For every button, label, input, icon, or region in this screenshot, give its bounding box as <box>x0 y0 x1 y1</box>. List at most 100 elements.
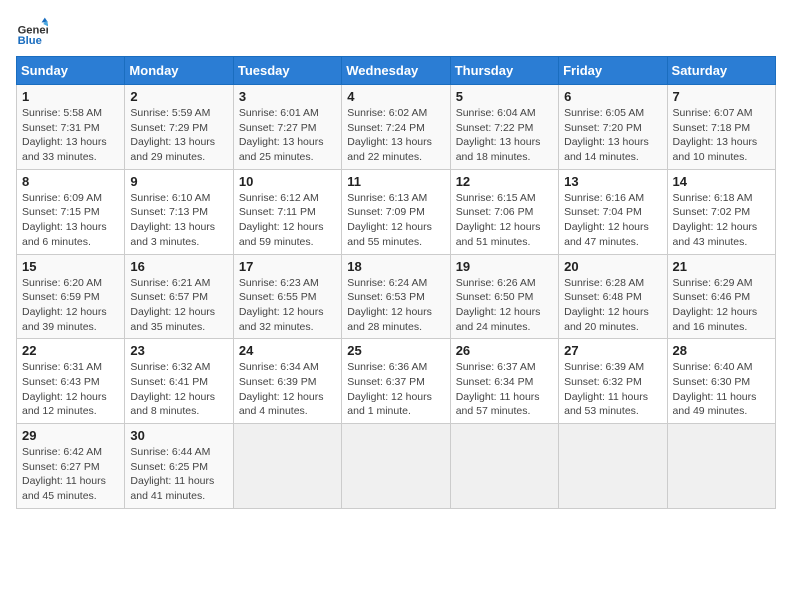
svg-text:Blue: Blue <box>18 35 42 47</box>
calendar-cell <box>559 424 667 509</box>
day-info: Sunrise: 6:24 AM Sunset: 6:53 PM Dayligh… <box>347 276 444 335</box>
day-number: 8 <box>22 174 119 189</box>
day-info: Sunrise: 6:23 AM Sunset: 6:55 PM Dayligh… <box>239 276 336 335</box>
calendar-cell: 8 Sunrise: 6:09 AM Sunset: 7:15 PM Daylig… <box>17 169 125 254</box>
page-header: General Blue <box>16 16 776 48</box>
calendar-cell: 16 Sunrise: 6:21 AM Sunset: 6:57 PM Dayli… <box>125 254 233 339</box>
weekday-header-wednesday: Wednesday <box>342 57 450 85</box>
day-number: 9 <box>130 174 227 189</box>
calendar-table: SundayMondayTuesdayWednesdayThursdayFrid… <box>16 56 776 509</box>
day-number: 17 <box>239 259 336 274</box>
calendar-cell: 2 Sunrise: 5:59 AM Sunset: 7:29 PM Daylig… <box>125 85 233 170</box>
calendar-cell: 30 Sunrise: 6:44 AM Sunset: 6:25 PM Dayli… <box>125 424 233 509</box>
day-info: Sunrise: 6:15 AM Sunset: 7:06 PM Dayligh… <box>456 191 553 250</box>
day-info: Sunrise: 6:42 AM Sunset: 6:27 PM Dayligh… <box>22 445 119 504</box>
calendar-cell: 17 Sunrise: 6:23 AM Sunset: 6:55 PM Dayli… <box>233 254 341 339</box>
day-number: 1 <box>22 89 119 104</box>
calendar-cell: 9 Sunrise: 6:10 AM Sunset: 7:13 PM Daylig… <box>125 169 233 254</box>
day-number: 30 <box>130 428 227 443</box>
day-number: 10 <box>239 174 336 189</box>
calendar-cell: 1Sunrise: 5:58 AM Sunset: 7:31 PM Daylig… <box>17 85 125 170</box>
calendar-cell: 26 Sunrise: 6:37 AM Sunset: 6:34 PM Dayli… <box>450 339 558 424</box>
day-info: Sunrise: 6:29 AM Sunset: 6:46 PM Dayligh… <box>673 276 770 335</box>
calendar-cell <box>450 424 558 509</box>
day-number: 23 <box>130 343 227 358</box>
calendar-cell: 11Sunrise: 6:13 AM Sunset: 7:09 PM Dayli… <box>342 169 450 254</box>
calendar-cell: 25Sunrise: 6:36 AM Sunset: 6:37 PM Dayli… <box>342 339 450 424</box>
day-info: Sunrise: 6:12 AM Sunset: 7:11 PM Dayligh… <box>239 191 336 250</box>
day-info: Sunrise: 6:37 AM Sunset: 6:34 PM Dayligh… <box>456 360 553 419</box>
calendar-cell: 29Sunrise: 6:42 AM Sunset: 6:27 PM Dayli… <box>17 424 125 509</box>
day-number: 28 <box>673 343 770 358</box>
day-info: Sunrise: 5:59 AM Sunset: 7:29 PM Dayligh… <box>130 106 227 165</box>
day-info: Sunrise: 6:39 AM Sunset: 6:32 PM Dayligh… <box>564 360 661 419</box>
day-info: Sunrise: 6:04 AM Sunset: 7:22 PM Dayligh… <box>456 106 553 165</box>
day-number: 22 <box>22 343 119 358</box>
day-number: 15 <box>22 259 119 274</box>
weekday-header-monday: Monday <box>125 57 233 85</box>
calendar-cell: 13 Sunrise: 6:16 AM Sunset: 7:04 PM Dayli… <box>559 169 667 254</box>
calendar-cell: 5 Sunrise: 6:04 AM Sunset: 7:22 PM Daylig… <box>450 85 558 170</box>
day-info: Sunrise: 6:31 AM Sunset: 6:43 PM Dayligh… <box>22 360 119 419</box>
day-number: 26 <box>456 343 553 358</box>
day-info: Sunrise: 6:32 AM Sunset: 6:41 PM Dayligh… <box>130 360 227 419</box>
day-info: Sunrise: 6:09 AM Sunset: 7:15 PM Dayligh… <box>22 191 119 250</box>
day-info: Sunrise: 6:01 AM Sunset: 7:27 PM Dayligh… <box>239 106 336 165</box>
day-number: 27 <box>564 343 661 358</box>
calendar-cell: 23 Sunrise: 6:32 AM Sunset: 6:41 PM Dayli… <box>125 339 233 424</box>
day-number: 21 <box>673 259 770 274</box>
day-number: 5 <box>456 89 553 104</box>
calendar-cell: 7 Sunrise: 6:07 AM Sunset: 7:18 PM Daylig… <box>667 85 775 170</box>
calendar-cell: 14 Sunrise: 6:18 AM Sunset: 7:02 PM Dayli… <box>667 169 775 254</box>
calendar-cell: 22 Sunrise: 6:31 AM Sunset: 6:43 PM Dayli… <box>17 339 125 424</box>
day-number: 13 <box>564 174 661 189</box>
calendar-cell: 18 Sunrise: 6:24 AM Sunset: 6:53 PM Dayli… <box>342 254 450 339</box>
calendar-header-row: SundayMondayTuesdayWednesdayThursdayFrid… <box>17 57 776 85</box>
logo-icon: General Blue <box>16 16 48 48</box>
calendar-cell: 27 Sunrise: 6:39 AM Sunset: 6:32 PM Dayli… <box>559 339 667 424</box>
day-info: Sunrise: 6:44 AM Sunset: 6:25 PM Dayligh… <box>130 445 227 504</box>
day-number: 2 <box>130 89 227 104</box>
calendar-cell: 28 Sunrise: 6:40 AM Sunset: 6:30 PM Dayli… <box>667 339 775 424</box>
weekday-header-tuesday: Tuesday <box>233 57 341 85</box>
day-number: 4 <box>347 89 444 104</box>
calendar-cell: 4 Sunrise: 6:02 AM Sunset: 7:24 PM Daylig… <box>342 85 450 170</box>
calendar-cell <box>233 424 341 509</box>
day-info: Sunrise: 6:34 AM Sunset: 6:39 PM Dayligh… <box>239 360 336 419</box>
day-number: 6 <box>564 89 661 104</box>
weekday-header-saturday: Saturday <box>667 57 775 85</box>
calendar-cell: 12 Sunrise: 6:15 AM Sunset: 7:06 PM Dayli… <box>450 169 558 254</box>
calendar-week-1: 1Sunrise: 5:58 AM Sunset: 7:31 PM Daylig… <box>17 85 776 170</box>
day-info: Sunrise: 6:26 AM Sunset: 6:50 PM Dayligh… <box>456 276 553 335</box>
calendar-week-2: 8 Sunrise: 6:09 AM Sunset: 7:15 PM Daylig… <box>17 169 776 254</box>
day-info: Sunrise: 6:21 AM Sunset: 6:57 PM Dayligh… <box>130 276 227 335</box>
day-info: Sunrise: 6:40 AM Sunset: 6:30 PM Dayligh… <box>673 360 770 419</box>
weekday-header-friday: Friday <box>559 57 667 85</box>
calendar-week-3: 15 Sunrise: 6:20 AM Sunset: 6:59 PM Dayli… <box>17 254 776 339</box>
day-number: 12 <box>456 174 553 189</box>
calendar-cell: 20 Sunrise: 6:28 AM Sunset: 6:48 PM Dayli… <box>559 254 667 339</box>
calendar-cell <box>667 424 775 509</box>
calendar-cell: 3 Sunrise: 6:01 AM Sunset: 7:27 PM Daylig… <box>233 85 341 170</box>
day-number: 14 <box>673 174 770 189</box>
day-info: Sunrise: 6:18 AM Sunset: 7:02 PM Dayligh… <box>673 191 770 250</box>
logo: General Blue <box>16 16 52 48</box>
day-info: Sunrise: 6:02 AM Sunset: 7:24 PM Dayligh… <box>347 106 444 165</box>
weekday-header-thursday: Thursday <box>450 57 558 85</box>
day-info: Sunrise: 6:20 AM Sunset: 6:59 PM Dayligh… <box>22 276 119 335</box>
day-number: 3 <box>239 89 336 104</box>
day-info: Sunrise: 6:10 AM Sunset: 7:13 PM Dayligh… <box>130 191 227 250</box>
day-number: 20 <box>564 259 661 274</box>
day-number: 24 <box>239 343 336 358</box>
day-number: 16 <box>130 259 227 274</box>
day-number: 7 <box>673 89 770 104</box>
day-info: Sunrise: 6:16 AM Sunset: 7:04 PM Dayligh… <box>564 191 661 250</box>
day-info: Sunrise: 6:36 AM Sunset: 6:37 PM Dayligh… <box>347 360 444 419</box>
day-info: Sunrise: 6:07 AM Sunset: 7:18 PM Dayligh… <box>673 106 770 165</box>
day-info: Sunrise: 6:28 AM Sunset: 6:48 PM Dayligh… <box>564 276 661 335</box>
day-number: 19 <box>456 259 553 274</box>
day-info: Sunrise: 6:05 AM Sunset: 7:20 PM Dayligh… <box>564 106 661 165</box>
calendar-cell: 24 Sunrise: 6:34 AM Sunset: 6:39 PM Dayli… <box>233 339 341 424</box>
day-number: 18 <box>347 259 444 274</box>
weekday-header-sunday: Sunday <box>17 57 125 85</box>
